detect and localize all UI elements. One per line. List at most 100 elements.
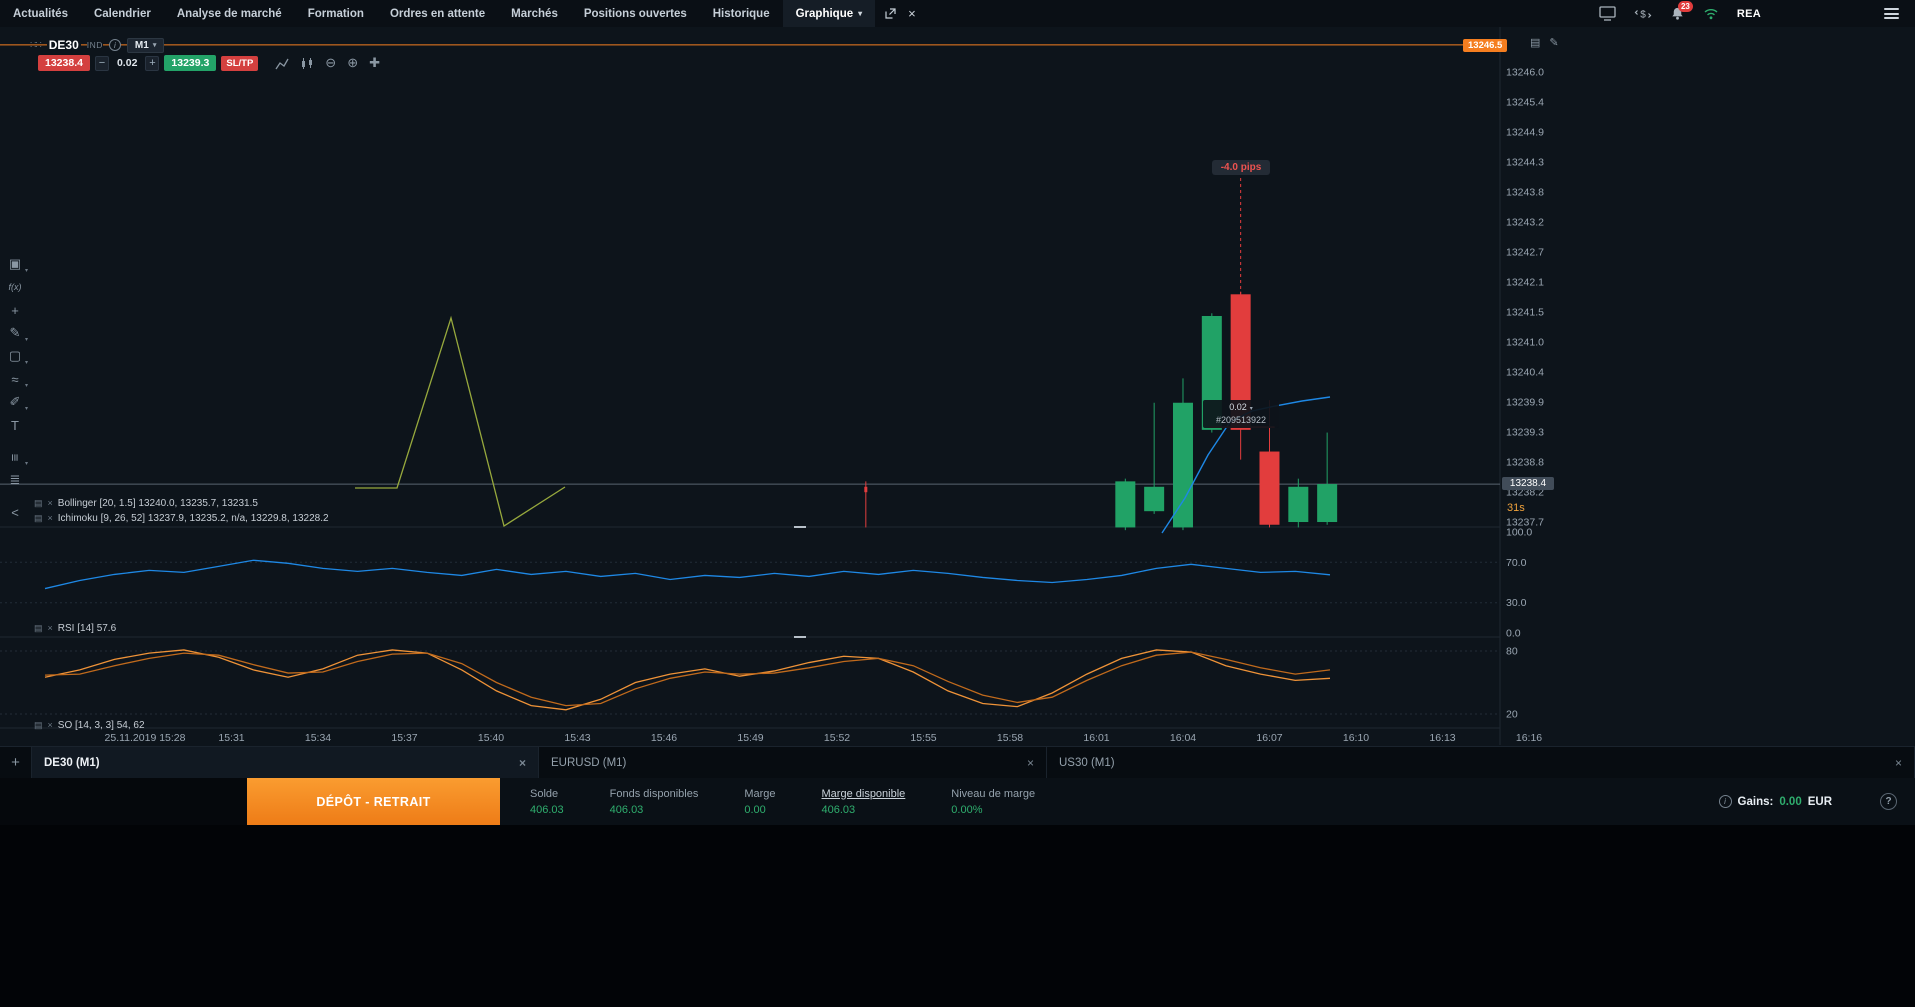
channel-tool[interactable]: ✐ ▾: [0, 392, 30, 412]
close-tab-icon[interactable]: ×: [1895, 756, 1902, 770]
nav-tab-graphique[interactable]: Graphique ▾: [782, 0, 876, 27]
price-axis-label: 13243.8: [1506, 187, 1544, 199]
nav-tab-formation[interactable]: Formation: [295, 0, 377, 27]
indicator-remove-icon[interactable]: ×: [48, 498, 53, 508]
indicator-remove-icon[interactable]: ×: [48, 623, 53, 633]
indicators-tool-glyph: ≡: [7, 453, 23, 461]
indicator-settings-icon[interactable]: ▤: [34, 498, 43, 508]
nav-tab-actualites[interactable]: Actualités: [0, 0, 81, 27]
sltp-button[interactable]: SL/TP: [221, 55, 259, 71]
candle-body: [1288, 486, 1309, 523]
time-axis-label: 16:10: [1343, 732, 1369, 744]
chart-tab-bar: + DE30 (M1) × EURUSD (M1) × US30 (M1) ×: [0, 746, 1915, 778]
rsi-axis-label: 30.0: [1506, 597, 1527, 609]
nav-tab-marches[interactable]: Marchés: [498, 0, 571, 27]
status-field-fonds-disponibles: Fonds disponibles 406.03: [610, 788, 699, 816]
wave-tool[interactable]: ≈ ▾: [0, 369, 30, 390]
price-chart-canvas[interactable]: 13246.0 13245.4 13244.9 13244.3 13243.8 13243…: [0, 0, 1915, 825]
notifications-bell-icon[interactable]: 23: [1670, 1, 1693, 21]
add-chart-tab-button[interactable]: +: [0, 747, 32, 778]
shape-tool-glyph: ▢: [8, 348, 22, 363]
status-field-value: 406.03: [821, 803, 856, 816]
nav-tab-calendrier[interactable]: Calendrier: [81, 0, 164, 27]
indicator-settings-icon[interactable]: ▤: [34, 513, 43, 523]
nav-tab-positions-ouvertes[interactable]: Positions ouvertes: [571, 0, 700, 27]
trendline-tool-icon[interactable]: [275, 57, 289, 70]
nav-tab-analyse-de-marche[interactable]: Analyse de marché: [164, 0, 295, 27]
indicator-settings-icon[interactable]: ▤: [34, 623, 43, 633]
chart-layout-icon[interactable]: ▤: [1530, 36, 1540, 49]
text-tool[interactable]: T: [0, 415, 30, 435]
indicators-tool[interactable]: ≡ ▾: [0, 447, 30, 467]
add-tool[interactable]: +: [0, 300, 30, 320]
text-tool-glyph: T: [11, 417, 19, 433]
status-field-label: Marge: [744, 787, 776, 800]
position-marker[interactable]: 0.02 ▾ #209513922: [1203, 400, 1279, 428]
indicator-settings-icon[interactable]: ▤: [34, 720, 43, 730]
help-button[interactable]: ?: [1880, 793, 1897, 810]
zoom-out-icon[interactable]: ⊖: [325, 55, 336, 71]
monitor-icon[interactable]: [1599, 6, 1616, 21]
nav-tab-historique[interactable]: Historique: [700, 0, 783, 27]
close-tab-icon[interactable]: ×: [1027, 756, 1034, 770]
status-field-label: Fonds disponibles: [609, 787, 699, 800]
open-in-window-icon[interactable]: [885, 8, 896, 19]
drag-handle-icon[interactable]: ∷∷: [30, 40, 42, 51]
buy-button[interactable]: 13239.3: [164, 55, 217, 71]
close-tab-icon[interactable]: ×: [519, 756, 526, 770]
time-axis-label: 15:37: [391, 732, 417, 744]
pointer-tool[interactable]: ▣ ▾: [0, 254, 30, 274]
function-tool-glyph: f(x): [8, 282, 22, 292]
indicator-remove-icon[interactable]: ×: [48, 720, 53, 730]
trade-controls: 13238.4 − 0.02 + 13239.3 SL/TP ⊖ ⊕ ✚: [38, 55, 380, 71]
objects-tool[interactable]: ≣: [0, 470, 30, 490]
price-axis-label: 13240.4: [1506, 367, 1544, 379]
zoom-in-icon[interactable]: ⊕: [347, 55, 358, 71]
indicator-remove-icon[interactable]: ×: [48, 513, 53, 523]
status-field-marge-disponible: Marge disponible 406.03: [822, 788, 906, 816]
account-status-bar: DÉPÔT - RETRAIT Solde 406.03 Fonds disponi…: [0, 778, 1915, 825]
nav-tab-ordres-en-attente[interactable]: Ordres en attente: [377, 0, 498, 27]
chart-tab-us30-m1[interactable]: US30 (M1) ×: [1047, 747, 1915, 778]
chart-tab-de30-m1[interactable]: DE30 (M1) ×: [32, 747, 539, 778]
price-axis-label: 13239.3: [1506, 427, 1544, 439]
menu-icon[interactable]: [1884, 6, 1899, 22]
candle-body: [1115, 481, 1136, 528]
channel-tool-glyph: ✐: [9, 394, 21, 409]
info-icon[interactable]: i: [108, 39, 121, 51]
status-field-value: 406.03: [530, 803, 564, 816]
share-tool[interactable]: <: [0, 502, 30, 522]
time-axis-label: 15:49: [737, 732, 763, 744]
volume-decrease-button[interactable]: −: [94, 55, 109, 71]
market-type-tag: IND: [86, 40, 103, 50]
chevron-down-icon: ▾: [152, 42, 157, 49]
indicator-label: RSI [14] 57.6: [57, 622, 117, 634]
volume-value[interactable]: 0.02: [114, 57, 140, 69]
notification-badge: 23: [1677, 1, 1693, 12]
status-field-label: Solde: [530, 787, 559, 800]
pencil-tool[interactable]: ✎ ▾: [0, 323, 30, 343]
time-axis-label: 15:43: [564, 732, 590, 744]
gains-info-icon[interactable]: i: [1718, 795, 1732, 808]
last-price-badge: 13238.4: [1502, 477, 1554, 490]
deposit-withdraw-button[interactable]: DÉPÔT - RETRAIT: [247, 778, 500, 825]
chart-tab-eurusd-m1[interactable]: EURUSD (M1) ×: [539, 747, 1047, 778]
pan-icon[interactable]: ✚: [369, 55, 380, 71]
volume-increase-button[interactable]: +: [145, 55, 160, 71]
objects-tool-glyph: ≣: [9, 472, 21, 487]
payments-icon[interactable]: $: [1634, 7, 1652, 21]
close-chart-tab-icon[interactable]: ×: [908, 0, 916, 27]
chart-toolbar: ⊖ ⊕ ✚: [275, 55, 380, 71]
indicator-label: SO [14, 3, 3] 54, 62: [57, 719, 145, 731]
time-axis-label: 16:07: [1256, 732, 1282, 744]
chart-edit-icon[interactable]: ✎: [1549, 36, 1558, 49]
shape-tool[interactable]: ▢ ▾: [0, 346, 30, 366]
time-axis-label: 15:58: [997, 732, 1023, 744]
time-axis-label: 25.11.2019 15:28: [105, 732, 186, 744]
timeframe-dropdown[interactable]: M1 ▾: [126, 37, 165, 53]
connection-wifi-icon[interactable]: [1703, 7, 1719, 20]
chevron-down-icon: ▾: [24, 383, 28, 389]
chart-type-icon[interactable]: [300, 57, 314, 70]
sell-button[interactable]: 13238.4: [38, 55, 90, 71]
function-tool[interactable]: f(x): [0, 277, 30, 297]
